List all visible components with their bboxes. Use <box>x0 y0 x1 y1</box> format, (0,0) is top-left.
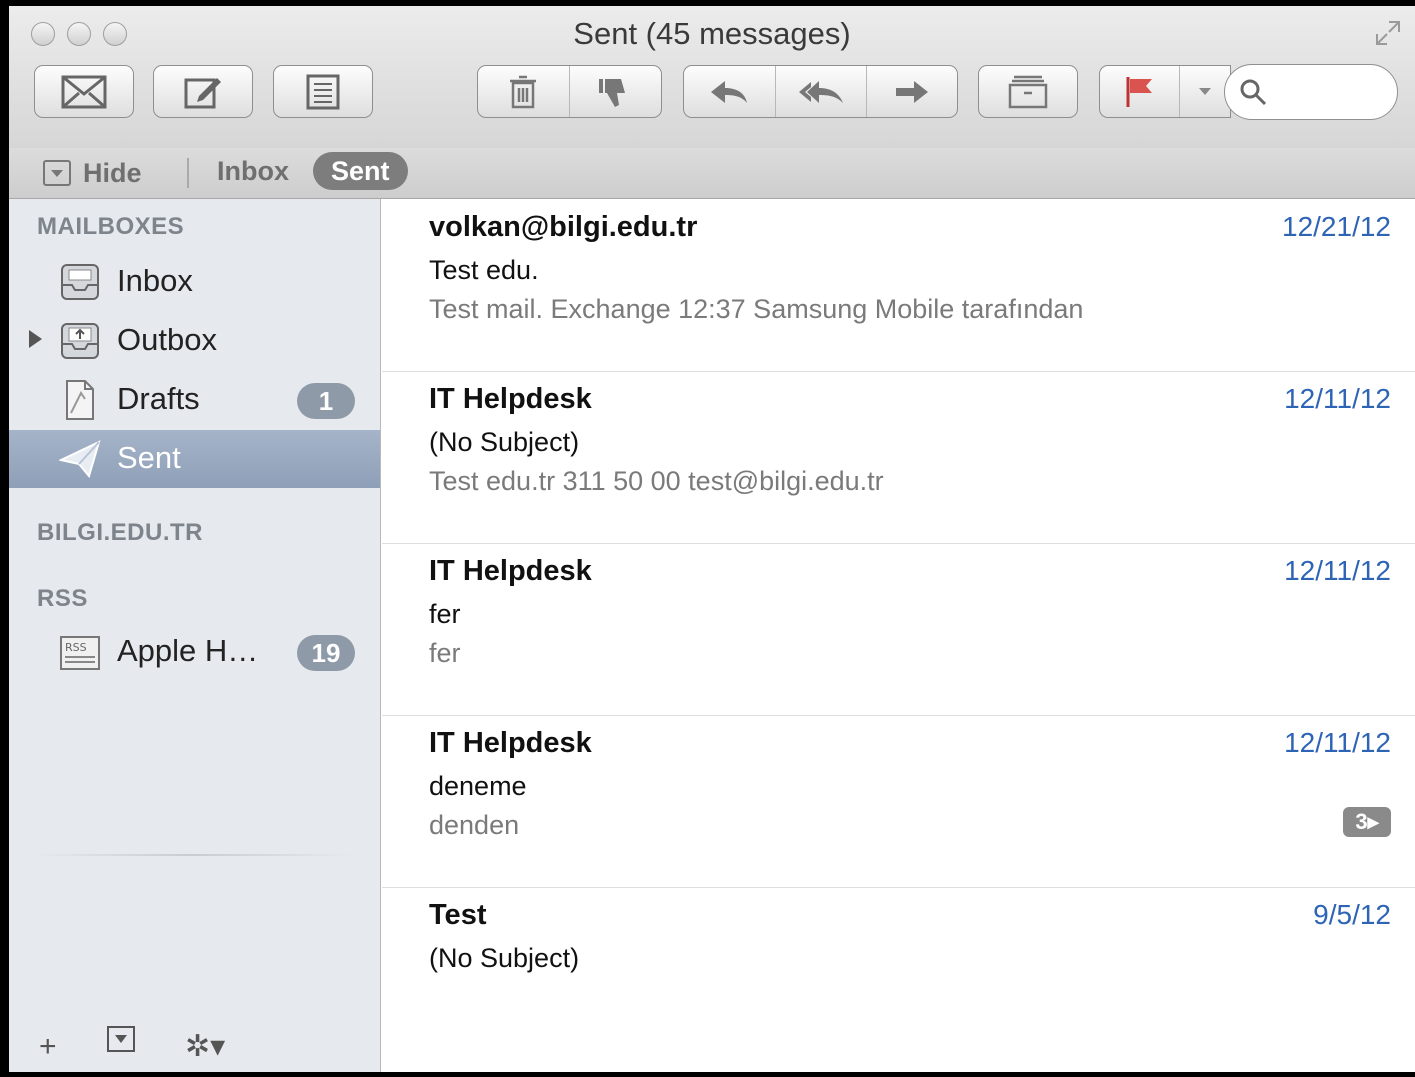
message-date: 9/5/12 <box>1313 899 1391 930</box>
window-title: Sent (45 messages) <box>573 16 851 51</box>
reply-button[interactable] <box>684 66 776 117</box>
junk-button[interactable] <box>570 66 662 117</box>
hide-mailboxes-button[interactable]: Hide <box>43 156 142 190</box>
thread-count-badge[interactable]: 3▸ <box>1343 807 1391 837</box>
archive-box-icon <box>1008 75 1048 108</box>
add-mailbox-button[interactable]: + <box>39 1030 57 1064</box>
flag-button[interactable] <box>1099 65 1231 118</box>
sidebar-item-sent[interactable]: Sent <box>9 430 380 488</box>
delete-junk-group <box>477 65 662 118</box>
fullscreen-icon[interactable] <box>1375 20 1401 46</box>
inbox-tray-icon <box>61 264 99 300</box>
message-sender: Test <box>429 899 487 931</box>
message-sender: volkan@bilgi.edu.tr <box>429 211 698 243</box>
note-button[interactable] <box>273 65 373 118</box>
toolbar: Sent (45 messages) <box>9 6 1415 149</box>
sidebar-item-label: Apple H… <box>117 633 259 668</box>
mailboxes-header: MAILBOXES <box>37 213 185 240</box>
svg-text:RSS: RSS <box>65 641 87 654</box>
message-date: 12/11/12 <box>1284 555 1391 586</box>
flag-icon <box>1126 76 1152 107</box>
message-subject: Test edu. <box>429 255 539 285</box>
sidebar-item-drafts[interactable]: Drafts 1 <box>9 371 380 429</box>
archive-button[interactable] <box>978 65 1078 118</box>
message-sender: IT Helpdesk <box>429 555 592 587</box>
flag-icon-area <box>1100 66 1180 117</box>
message-subject: (No Subject) <box>429 943 580 973</box>
paper-plane-icon <box>59 440 101 479</box>
favorites-separator <box>187 158 189 188</box>
message-preview: fer <box>429 638 461 668</box>
trash-icon <box>510 75 537 108</box>
search-input[interactable] <box>1271 77 1390 109</box>
message-subject: deneme <box>429 771 527 801</box>
reply-all-button[interactable] <box>776 66 868 117</box>
get-mail-button[interactable] <box>34 65 134 118</box>
message-date: 12/11/12 <box>1284 727 1391 758</box>
sidebar-item-label: Sent <box>117 440 181 475</box>
drafts-doc-icon <box>66 380 94 420</box>
delete-button[interactable] <box>478 66 570 117</box>
mail-window: Sent (45 messages) Hide Inbox Sent MAILB… <box>9 6 1415 1072</box>
account-header[interactable]: BILGI.EDU.TR <box>37 519 203 547</box>
sidebar: MAILBOXES Inbox Outbox Drafts 1 Sent BIL… <box>9 199 381 1072</box>
favorites-bar: Hide Inbox Sent <box>9 148 1415 199</box>
flag-dropdown[interactable] <box>1180 66 1230 117</box>
favorite-inbox[interactable]: Inbox <box>217 156 289 187</box>
sidebar-item-label: Outbox <box>117 322 217 357</box>
message-sender: IT Helpdesk <box>429 727 592 759</box>
rss-header[interactable]: RSS <box>37 585 88 613</box>
message-sender: IT Helpdesk <box>429 383 592 415</box>
list-item[interactable]: IT Helpdesk 12/11/12 fer fer <box>382 543 1415 716</box>
disclosure-triangle-icon[interactable] <box>29 330 42 348</box>
sidebar-item-label: Inbox <box>117 263 193 298</box>
compose-icon <box>184 77 221 108</box>
rss-feed-icon: RSS <box>60 636 100 670</box>
message-preview: denden <box>429 810 520 840</box>
reply-arrow-icon <box>711 80 748 103</box>
favorite-sent[interactable]: Sent <box>313 152 408 190</box>
forward-arrow-icon <box>896 80 929 103</box>
chevron-down-icon <box>1199 87 1211 95</box>
sidebar-item-inbox[interactable]: Inbox <box>9 253 380 311</box>
sidebar-item-outbox[interactable]: Outbox <box>9 312 380 370</box>
forward-button[interactable] <box>867 66 957 117</box>
search-field[interactable] <box>1224 64 1398 120</box>
unread-count-badge: 1 <box>297 383 355 419</box>
envelope-icon <box>61 75 107 108</box>
reply-all-arrow-icon <box>799 80 843 103</box>
note-icon <box>306 74 340 109</box>
compose-button[interactable] <box>153 65 253 118</box>
reply-group <box>683 65 958 118</box>
sidebar-divider <box>33 854 353 856</box>
search-icon <box>1240 79 1267 106</box>
hide-label: Hide <box>83 157 142 188</box>
outbox-tray-icon <box>61 323 99 359</box>
hide-toggle-icon <box>43 160 71 186</box>
message-subject: fer <box>429 599 461 629</box>
gear-icon[interactable]: ✲▾ <box>185 1029 225 1064</box>
message-preview: Test edu.tr 311 50 00 test@bilgi.edu.tr <box>429 466 884 496</box>
message-subject: (No Subject) <box>429 427 580 457</box>
message-date: 12/11/12 <box>1284 383 1391 414</box>
message-list: volkan@bilgi.edu.tr 12/21/12 Test edu. T… <box>382 199 1415 1072</box>
unread-count-badge: 19 <box>297 635 355 671</box>
sidebar-item-apple-hot-news[interactable]: RSS Apple H… 19 <box>9 623 380 681</box>
list-item[interactable]: volkan@bilgi.edu.tr 12/21/12 Test edu. T… <box>382 199 1415 372</box>
show-hide-icon[interactable] <box>107 1026 135 1060</box>
list-item[interactable]: Test 9/5/12 (No Subject) <box>382 887 1415 1059</box>
list-item[interactable]: IT Helpdesk 12/11/12 (No Subject) Test e… <box>382 371 1415 544</box>
thumbs-down-icon <box>599 78 626 107</box>
sidebar-item-label: Drafts <box>117 381 200 416</box>
sidebar-bottom-bar: + ✲▾ <box>9 1016 380 1072</box>
list-item[interactable]: IT Helpdesk 12/11/12 deneme denden 3▸ <box>382 715 1415 888</box>
message-date: 12/21/12 <box>1282 211 1391 242</box>
message-preview: Test mail. Exchange 12:37 Samsung Mobile… <box>429 294 1084 324</box>
